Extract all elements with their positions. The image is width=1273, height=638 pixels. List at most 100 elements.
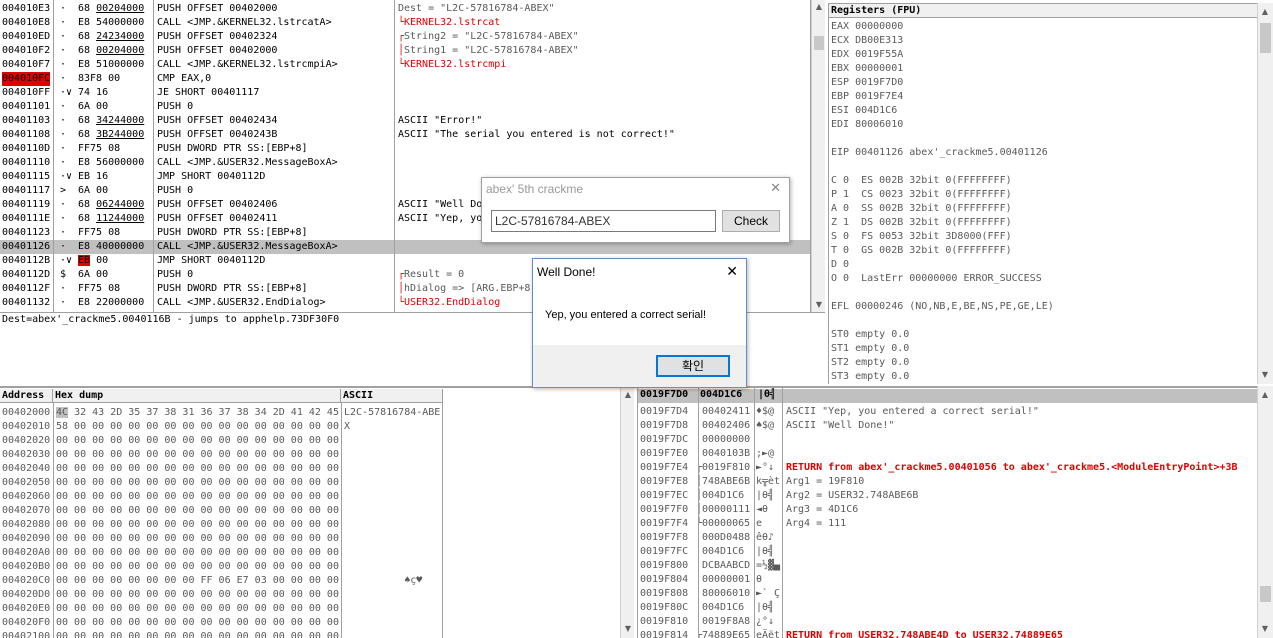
disasm-row[interactable]: 004010FC · 83F8 00 CMP EAX,0 [0,72,810,86]
register-line[interactable]: ST2 empty 0.0 [831,356,1054,370]
disasm-address[interactable]: 004010ED [2,30,50,44]
message-box[interactable]: Well Done! ✕ Yep, you entered a correct … [532,258,747,388]
register-line[interactable]: Z 1 DS 002B 32bit 0(FFFFFFFF) [831,216,1054,230]
dump-pane[interactable]: Address Hex dump ASCII 00402000 4C 32 43 … [0,386,620,638]
dump-row[interactable]: 004020D0 00 00 00 00 00 00 00 00 00 00 00… [0,588,620,602]
disasm-address[interactable]: 0040111E [2,212,50,226]
dump-row[interactable]: 00402100 00 00 00 00 00 00 00 00 00 00 00… [0,630,620,638]
disasm-address[interactable]: 00401126 [2,240,50,254]
crackme-window[interactable]: abex' 5th crackme ✕ L2C-57816784-ABEX Ch… [481,177,790,243]
disasm-address[interactable]: 00401101 [2,100,50,114]
dump-row[interactable]: 00402090 00 00 00 00 00 00 00 00 00 00 00… [0,532,620,546]
dump-row[interactable]: 00402040 00 00 00 00 00 00 00 00 00 00 00… [0,462,620,476]
register-line[interactable]: EBX 00000001 [831,62,1054,76]
disasm-row[interactable]: 00401108 · 68 3B244000 PUSH OFFSET 0040243B… [0,128,810,142]
dump-row[interactable]: 00402050 00 00 00 00 00 00 00 00 00 00 00… [0,476,620,490]
disasm-address[interactable]: 004010E8 [2,16,50,30]
scroll-down-arrow-icon[interactable]: ▼ [1258,368,1272,382]
dump-row[interactable]: 00402070 00 00 00 00 00 00 00 00 00 00 00… [0,504,620,518]
disasm-address[interactable]: 00401123 [2,226,50,240]
disasm-row[interactable]: 004010F7 · E8 51000000 CALL <JMP.&KERNEL32.… [0,58,810,72]
stack-row[interactable]: 0019F7F8 000D0488 êθ♪ [638,531,1257,545]
disasm-row[interactable]: 00401101 · 6A 00 PUSH 0 [0,100,810,114]
disasm-address[interactable]: 0040112D [2,268,50,282]
dump-row[interactable]: 00402080 00 00 00 00 00 00 00 00 00 00 00… [0,518,620,532]
scroll-down-arrow-icon[interactable]: ▼ [812,298,826,312]
disasm-row[interactable]: 004010E3 · 68 00204000 PUSH OFFSET 00402000… [0,2,810,16]
disasm-row[interactable]: 004010F2 · 68 00204000 PUSH OFFSET 00402000… [0,44,810,58]
disasm-row[interactable]: 0040110D · FF75 08 PUSH DWORD PTR SS:[EBP+8… [0,142,810,156]
stack-row[interactable]: 0019F814 ┌ 74889E65 eÄët RETURN from USER32.… [638,629,1257,638]
disasm-address[interactable]: 004010FF [2,86,50,100]
register-line[interactable]: C 0 ES 002B 32bit 0(FFFFFFFF) [831,174,1054,188]
disasm-address[interactable]: 0040112B [2,254,50,268]
register-line[interactable]: EDI 80006010 [831,118,1054,132]
scroll-down-arrow-icon[interactable]: ▼ [1258,622,1272,636]
dump-row[interactable]: 004020B0 00 00 00 00 00 00 00 00 00 00 00… [0,560,620,574]
dump-row[interactable]: 00402000 4C 32 43 2D 35 37 38 31 36 37 38… [0,406,620,420]
disasm-address[interactable]: 00401110 [2,156,50,170]
disasm-address[interactable]: 00401108 [2,128,50,142]
disasm-address[interactable]: 00401103 [2,114,50,128]
stack-row[interactable]: 0019F7EC │ 004D1C6 |θ╣ Arg2 = USER32.748ABE6… [638,489,1257,503]
scroll-up-arrow-icon[interactable]: ▲ [621,388,635,402]
register-line[interactable]: EDX 0019F55A [831,48,1054,62]
ok-button[interactable]: 확인 [656,355,730,377]
disasm-address[interactable]: 0040110D [2,142,50,156]
dump-row[interactable]: 004020A0 00 00 00 00 00 00 00 00 00 00 00… [0,546,620,560]
register-line[interactable]: P 1 CS 0023 32bit 0(FFFFFFFF) [831,188,1054,202]
dump-scrollbar[interactable]: ▲ ▼ [620,386,634,638]
registers-pane[interactable]: Registers (FPU) EAX 00000000 ECX DB00E313… [828,3,1273,384]
register-line[interactable]: ECX DB00E313 [831,34,1054,48]
scroll-down-arrow-icon[interactable]: ▼ [621,622,635,636]
disasm-row[interactable]: 00401110 · E8 56000000 CALL <JMP.&USER32.Me… [0,156,810,170]
disasm-address[interactable]: 0040112F [2,282,50,296]
dump-row[interactable]: 00402060 00 00 00 00 00 00 00 00 00 00 00… [0,490,620,504]
scroll-thumb[interactable] [1260,23,1271,53]
register-line[interactable]: ESI 004D1C6 [831,104,1054,118]
disasm-address[interactable]: 00401115 [2,170,50,184]
register-line[interactable]: S 0 FS 0053 32bit 3D8000(FFF) [831,230,1054,244]
register-line[interactable]: EIP 00401126 abex'_crackme5.00401126 [831,146,1054,160]
stack-row[interactable]: 0019F7E4 ┌ 0019F810 ►°↓ RETURN from abex'_cr… [638,461,1257,475]
stack-row[interactable]: 0019F808 80006010 ►` Ç [638,587,1257,601]
disasm-address[interactable]: 00401119 [2,198,50,212]
registers-scrollbar[interactable]: ▲ ▼ [1257,3,1273,384]
disasm-row[interactable]: 004010FF · ∨ 74 16 JE SHORT 00401117 [0,86,810,100]
stack-scrollbar[interactable]: ▲ ▼ [1257,386,1273,638]
disasm-row[interactable]: 00401103 · 68 34244000 PUSH OFFSET 00402434… [0,114,810,128]
register-line[interactable]: D 0 [831,258,1054,272]
register-line[interactable]: ST0 empty 0.0 [831,328,1054,342]
disasm-row[interactable]: 004010ED · 68 24234000 PUSH OFFSET 00402324… [0,30,810,44]
disasm-address[interactable]: 004010F7 [2,58,50,72]
register-line[interactable]: EAX 00000000 [831,20,1054,34]
register-line[interactable]: ESP 0019F7D0 [831,76,1054,90]
dump-row[interactable]: 00402030 00 00 00 00 00 00 00 00 00 00 00… [0,448,620,462]
scroll-up-arrow-icon[interactable]: ▲ [1258,388,1272,402]
stack-row[interactable]: 0019F7FC 004D1C6 |θ╣ [638,545,1257,559]
disasm-address[interactable]: 00401117 [2,184,50,198]
scroll-thumb[interactable] [1260,586,1271,602]
stack-row[interactable]: 0019F80C 004D1C6 |θ╣ [638,601,1257,615]
stack-row[interactable]: 0019F7E8 │ 748ABE6B k╦èt Arg1 = 19F810 [638,475,1257,489]
stack-row[interactable]: 0019F810 0019F8A8 ¿°↓ [638,615,1257,629]
stack-row[interactable]: 0019F7F0 │ 00000111 ◄θ Arg3 = 4D1C6 [638,503,1257,517]
stack-row[interactable]: 0019F804 00000001 θ [638,573,1257,587]
dump-row[interactable]: 00402010 58 00 00 00 00 00 00 00 00 00 00… [0,420,620,434]
disassembly-scrollbar[interactable]: ▲ ▼ [811,0,825,312]
scroll-up-arrow-icon[interactable]: ▲ [812,0,826,14]
register-line[interactable]: A 0 SS 002B 32bit 0(FFFFFFFF) [831,202,1054,216]
dump-row[interactable]: 004020E0 00 00 00 00 00 00 00 00 00 00 00… [0,602,620,616]
scroll-thumb[interactable] [814,36,824,50]
register-line[interactable]: O 0 LastErr 00000000 ERROR_SUCCESS [831,272,1054,286]
close-icon[interactable]: ✕ [770,181,781,196]
register-line[interactable]: EBP 0019F7E4 [831,90,1054,104]
dump-row[interactable]: 004020C0 00 00 00 00 00 00 00 00 FF 06 E7… [0,574,620,588]
stack-row[interactable]: 0019F7F4 └ 00000065 e Arg4 = 111 [638,517,1257,531]
serial-input[interactable]: L2C-57816784-ABEX [491,210,716,232]
stack-row[interactable]: 0019F7D4 00402411 ♦$@ ASCII "Yep, you enter… [638,405,1257,419]
dump-row[interactable]: 004020F0 00 00 00 00 00 00 00 00 00 00 00… [0,616,620,630]
dump-row[interactable]: 00402020 00 00 00 00 00 00 00 00 00 00 00… [0,434,620,448]
scroll-up-arrow-icon[interactable]: ▲ [1258,5,1272,19]
stack-row[interactable]: 0019F7DC 00000000 [638,433,1257,447]
